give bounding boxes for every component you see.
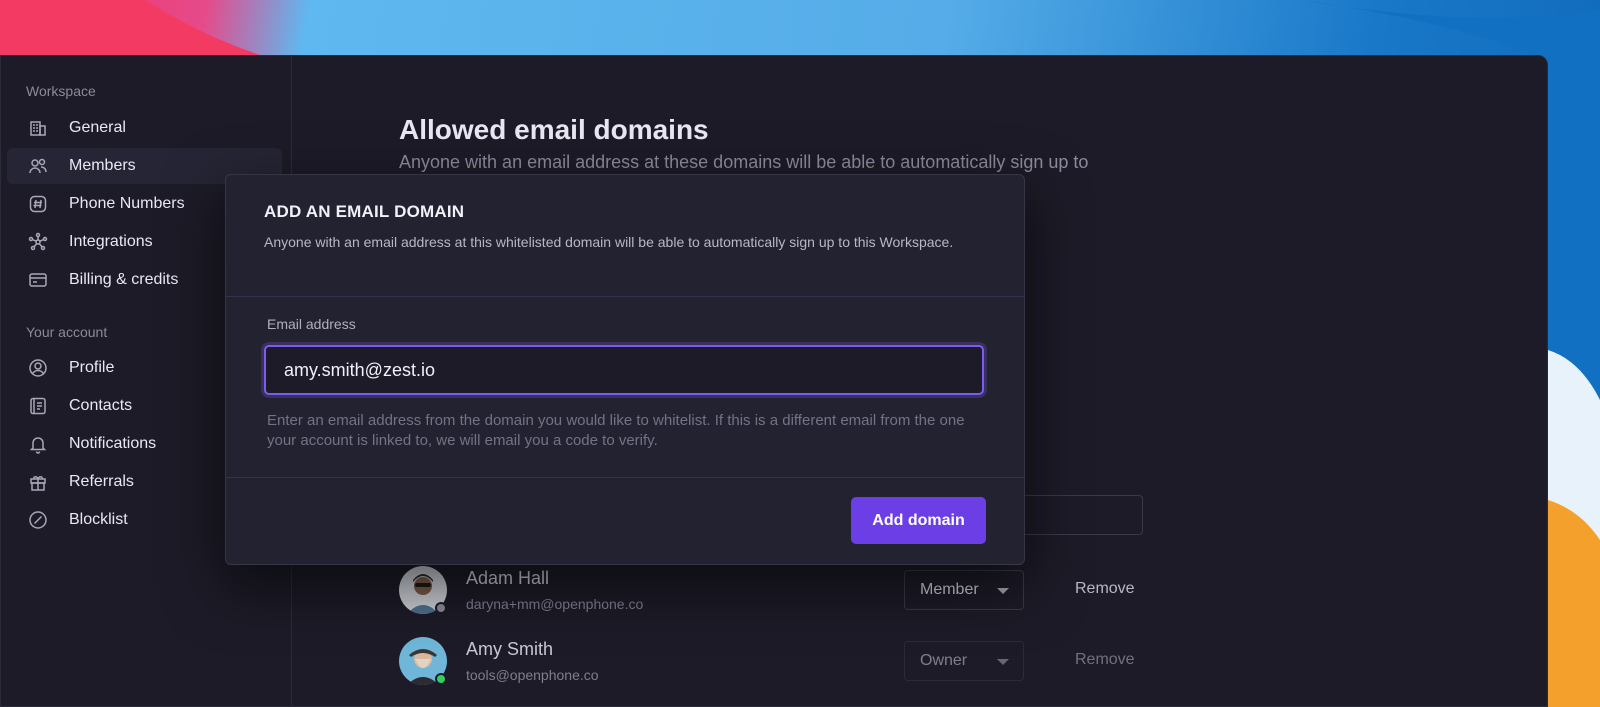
modal-title: ADD AN EMAIL DOMAIN	[264, 202, 465, 221]
sidebar-item-general[interactable]: General	[7, 110, 282, 146]
add-email-domain-modal: ADD AN EMAIL DOMAIN Anyone with an email…	[225, 174, 1025, 565]
role-select[interactable]: Owner	[904, 641, 1024, 681]
role-select[interactable]: Member	[904, 570, 1024, 610]
divider	[226, 296, 1024, 297]
sidebar-heading-workspace: Workspace	[26, 83, 96, 99]
contacts-icon	[27, 395, 49, 417]
email-field[interactable]	[264, 345, 984, 395]
chevron-down-icon	[997, 659, 1009, 665]
remove-member-button[interactable]: Remove	[1075, 580, 1135, 598]
sidebar-item-label: Phone Numbers	[69, 195, 185, 212]
role-select-value: Member	[920, 581, 979, 598]
sidebar-item-label: Billing & credits	[69, 271, 179, 288]
page-subtitle: Anyone with an email address at these do…	[399, 152, 1089, 172]
profile-icon	[27, 357, 49, 379]
users-icon	[27, 155, 49, 177]
sidebar-item-label: Profile	[69, 359, 115, 376]
role-select-value: Owner	[920, 652, 968, 669]
member-email: daryna+mm@openphone.co	[466, 596, 644, 612]
block-icon	[27, 509, 49, 531]
status-indicator	[435, 673, 447, 685]
sidebar-item-label: General	[69, 119, 126, 136]
sidebar-item-label: Members	[69, 157, 136, 174]
sidebar-item-label: Referrals	[69, 473, 134, 490]
bell-icon	[27, 433, 49, 455]
modal-description: Anyone with an email address at this whi…	[264, 234, 954, 250]
building-icon	[27, 117, 49, 139]
sidebar-item-label: Notifications	[69, 435, 157, 452]
sidebar-item-label: Blocklist	[69, 511, 128, 528]
member-row: Amy Smith tools@openphone.co Owner Remov…	[399, 637, 1159, 693]
sidebar-item-label: Contacts	[69, 397, 133, 414]
credit-card-icon	[27, 269, 49, 291]
divider	[226, 477, 1024, 478]
member-name: Amy Smith	[466, 639, 554, 659]
member-email: tools@openphone.co	[466, 667, 599, 683]
integrations-icon	[27, 231, 49, 253]
sidebar-heading-account: Your account	[26, 324, 108, 340]
remove-member-button[interactable]: Remove	[1075, 651, 1135, 669]
member-name: Adam Hall	[466, 568, 550, 588]
email-field-label: Email address	[267, 316, 356, 332]
hash-icon	[27, 193, 49, 215]
page-title: Allowed email domains	[399, 114, 709, 145]
sidebar-item-label: Integrations	[69, 233, 153, 250]
status-indicator	[435, 602, 447, 614]
email-field-hint: Enter an email address from the domain y…	[267, 412, 965, 449]
add-domain-button[interactable]: Add domain	[851, 497, 986, 544]
member-row: Adam Hall daryna+mm@openphone.co Member …	[399, 566, 1159, 622]
chevron-down-icon	[997, 588, 1009, 594]
gift-icon	[27, 471, 49, 493]
